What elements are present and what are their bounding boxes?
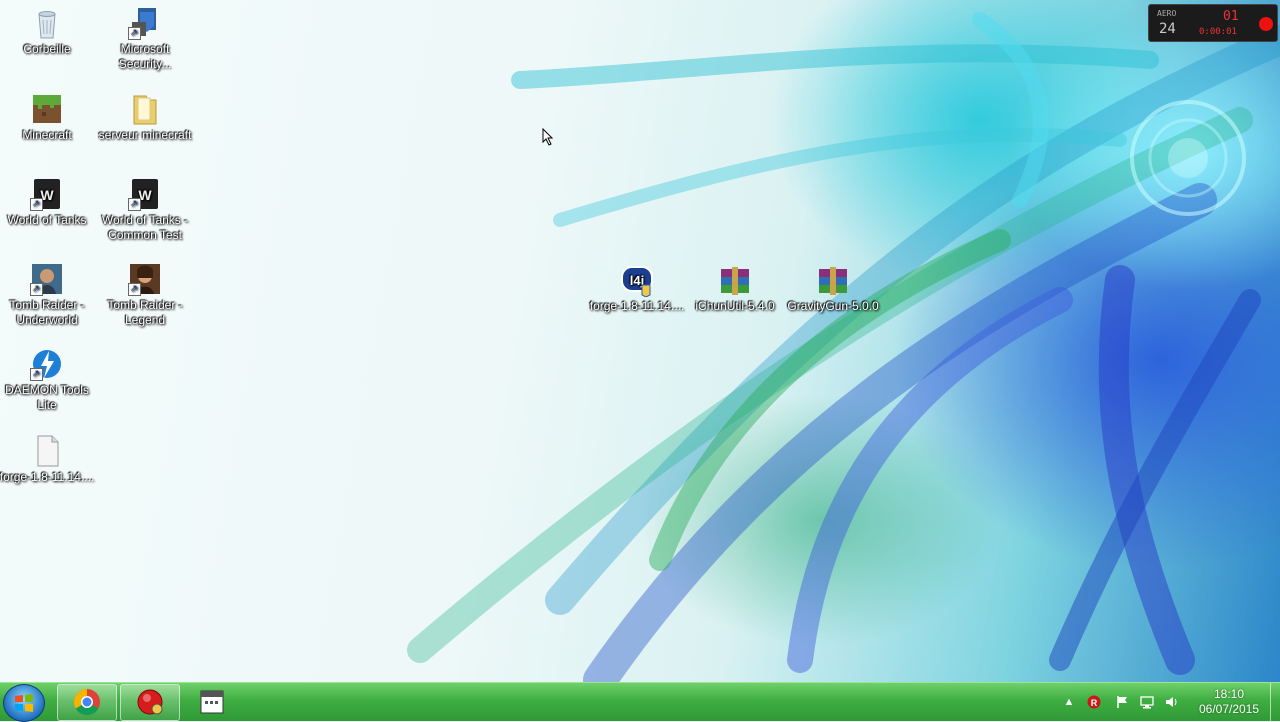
clock-date: 06/07/2015 (1198, 702, 1260, 716)
calendar-window-icon (198, 688, 226, 716)
chrome-icon (73, 688, 101, 716)
desktop-icon-ichunutil[interactable]: iChunUtil-5.4.0 (687, 263, 783, 314)
world-of-tanks-icon: W ↗ (128, 177, 162, 211)
mouse-cursor-icon (542, 127, 554, 151)
taskbar-clock[interactable]: 18:10 06/07/2015 (1192, 687, 1266, 717)
desktop-icon-label: Corbeille (23, 42, 71, 56)
winrar-archive-icon (816, 263, 850, 297)
desktop-icon-gravitygun[interactable]: GravityGun-5.0.0 (785, 263, 881, 314)
fraps-counter-value: 01 (1223, 9, 1239, 24)
recycle-bin-icon (30, 6, 64, 40)
desktop-icon-label: iChunUtil-5.4.0 (695, 299, 775, 313)
shortcut-arrow-icon: ↗ (128, 283, 141, 296)
desktop-icon-minecraft[interactable]: Minecraft (0, 92, 95, 143)
world-of-tanks-icon: W ↗ (30, 177, 64, 211)
svg-text:R: R (1091, 698, 1098, 708)
network-icon[interactable] (1140, 695, 1154, 709)
record-indicator-icon (1259, 17, 1273, 31)
desktop-icon-label: Microsoft Security... (118, 42, 172, 71)
desktop-icon-label: forge-1.8-11.14.... (0, 470, 95, 484)
desktop-icon-world-of-tanks[interactable]: W ↗ World of Tanks (0, 177, 95, 228)
antivirus-tray-icon[interactable]: R (1087, 695, 1101, 709)
daemon-tools-icon: ↗ (30, 347, 64, 381)
desktop-icon-label: forge-1.8-11.14.... (589, 299, 685, 313)
action-center-flag-icon[interactable] (1115, 695, 1129, 709)
start-button[interactable] (3, 684, 45, 722)
shortcut-arrow-icon: ↗ (30, 283, 43, 296)
taskbar-fraps-button[interactable] (120, 684, 180, 721)
desktop-icon-tomb-raider-underworld[interactable]: ↗ Tomb Raider - Underworld (0, 262, 95, 328)
desktop-icon-world-of-tanks-common-test[interactable]: W ↗ World of Tanks - Common Test (97, 177, 193, 243)
fraps-fps-value: 24 (1159, 21, 1176, 37)
show-hidden-icons-button[interactable]: ▲ (1062, 695, 1076, 709)
blank-file-icon (30, 434, 64, 468)
desktop-icon-forge-installer[interactable]: l4j forge-1.8-11.14.... (589, 263, 685, 314)
desktop-icon-label: DAEMON Tools Lite (5, 383, 89, 412)
desktop-icon-label: serveur minecraft (98, 128, 192, 142)
volume-icon[interactable] (1165, 695, 1179, 709)
show-desktop-button[interactable] (1270, 683, 1280, 721)
desktop-icon-label: World of Tanks - Common Test (101, 213, 189, 242)
desktop-icon-microsoft-security[interactable]: ↗ Microsoft Security... (97, 6, 193, 72)
tomb-raider-icon: ↗ (128, 262, 162, 296)
desktop-icon-label: Tomb Raider - Legend (107, 298, 183, 327)
shortcut-arrow-icon: ↗ (30, 198, 43, 211)
taskbar-chrome-button[interactable] (57, 684, 117, 721)
desktop-icon-serveur-minecraft[interactable]: serveur minecraft (97, 92, 193, 143)
desktop-icon-tomb-raider-legend[interactable]: ↗ Tomb Raider - Legend (97, 262, 193, 328)
clock-time: 18:10 (1213, 687, 1245, 701)
taskbar: ▲ R 18:10 06/07/2015 (0, 682, 1280, 722)
java-installer-icon: l4j (620, 263, 654, 298)
minecraft-grass-block-icon (30, 92, 64, 126)
shortcut-arrow-icon: ↗ (30, 368, 43, 381)
windows-logo-icon (15, 694, 33, 712)
desktop-icon-label: GravityGun-5.0.0 (787, 299, 879, 313)
shortcut-arrow-icon: ↗ (128, 198, 141, 211)
folder-icon (128, 92, 162, 126)
fraps-counter: AERO 24 01 0:00:01 (1148, 4, 1278, 42)
desktop-icon-label: World of Tanks (7, 213, 87, 227)
fraps-timer: 0:00:01 (1199, 27, 1237, 37)
winrar-archive-icon (718, 263, 752, 297)
desktop-icon-forge-file[interactable]: forge-1.8-11.14.... (0, 434, 95, 485)
fraps-record-icon (136, 688, 164, 716)
security-shield-icon: ↗ (128, 6, 162, 40)
desktop-icon-corbeille[interactable]: Corbeille (0, 6, 95, 57)
tomb-raider-icon: ↗ (30, 262, 64, 296)
taskbar-window-button[interactable] (183, 684, 239, 721)
fraps-aero-label: AERO (1157, 9, 1177, 18)
desktop-icon-label: Minecraft (22, 128, 72, 142)
desktop-icon-daemon-tools[interactable]: ↗ DAEMON Tools Lite (0, 347, 95, 413)
shortcut-arrow-icon: ↗ (128, 27, 141, 40)
desktop-icon-label: Tomb Raider - Underworld (9, 298, 85, 327)
